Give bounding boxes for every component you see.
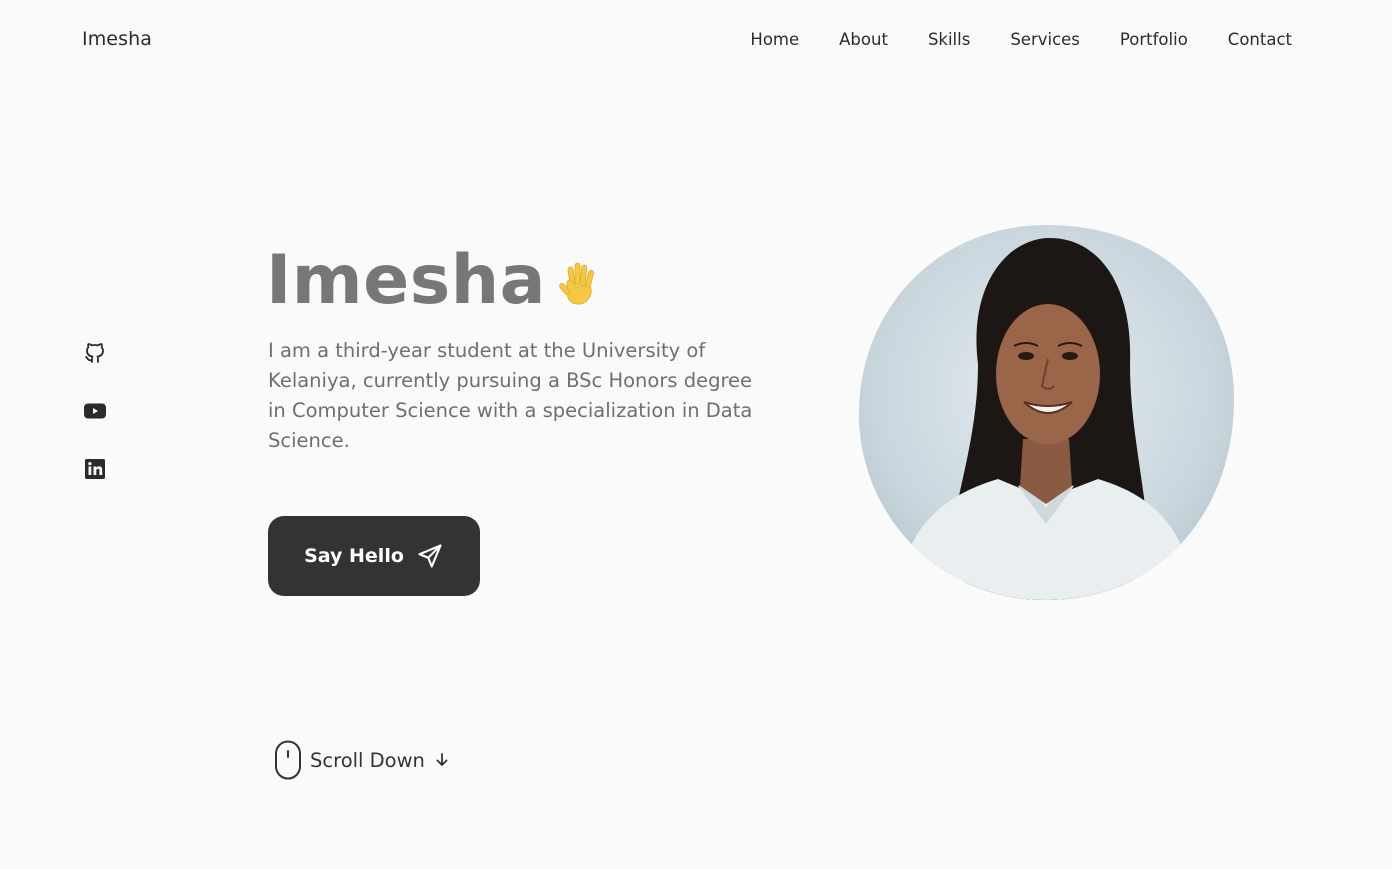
nav-home[interactable]: Home xyxy=(750,29,799,51)
say-hello-button[interactable]: Say Hello xyxy=(268,516,480,596)
social-links xyxy=(83,341,107,515)
hero-heading: Imesha xyxy=(266,240,604,322)
profile-photo xyxy=(858,224,1234,600)
mouse-icon xyxy=(275,740,301,780)
scroll-down-label: Scroll Down xyxy=(310,748,425,772)
github-icon xyxy=(85,343,104,363)
nav-services[interactable]: Services xyxy=(1010,29,1080,51)
main-nav: Home About Skills Services Portfolio Con… xyxy=(710,29,1292,51)
linkedin-icon xyxy=(85,459,105,479)
scroll-down-link[interactable]: Scroll Down xyxy=(274,740,451,780)
hero-name: Imesha xyxy=(266,241,547,320)
page: Imesha Home About Skills Services Portfo… xyxy=(0,0,1392,869)
youtube-link[interactable] xyxy=(83,399,107,423)
youtube-icon xyxy=(84,403,106,419)
send-icon xyxy=(418,544,442,568)
github-link[interactable] xyxy=(83,341,107,365)
nav-contact[interactable]: Contact xyxy=(1228,29,1292,51)
nav-about[interactable]: About xyxy=(839,29,888,51)
nav-portfolio[interactable]: Portfolio xyxy=(1120,29,1188,51)
waving-hand-icon xyxy=(559,262,595,305)
linkedin-link[interactable] xyxy=(83,457,107,481)
nav-skills[interactable]: Skills xyxy=(928,29,970,51)
say-hello-label: Say Hello xyxy=(304,545,404,567)
site-logo[interactable]: Imesha xyxy=(82,28,152,50)
arrow-down-icon xyxy=(436,753,448,766)
hero-description: I am a third-year student at the Univers… xyxy=(268,339,753,452)
